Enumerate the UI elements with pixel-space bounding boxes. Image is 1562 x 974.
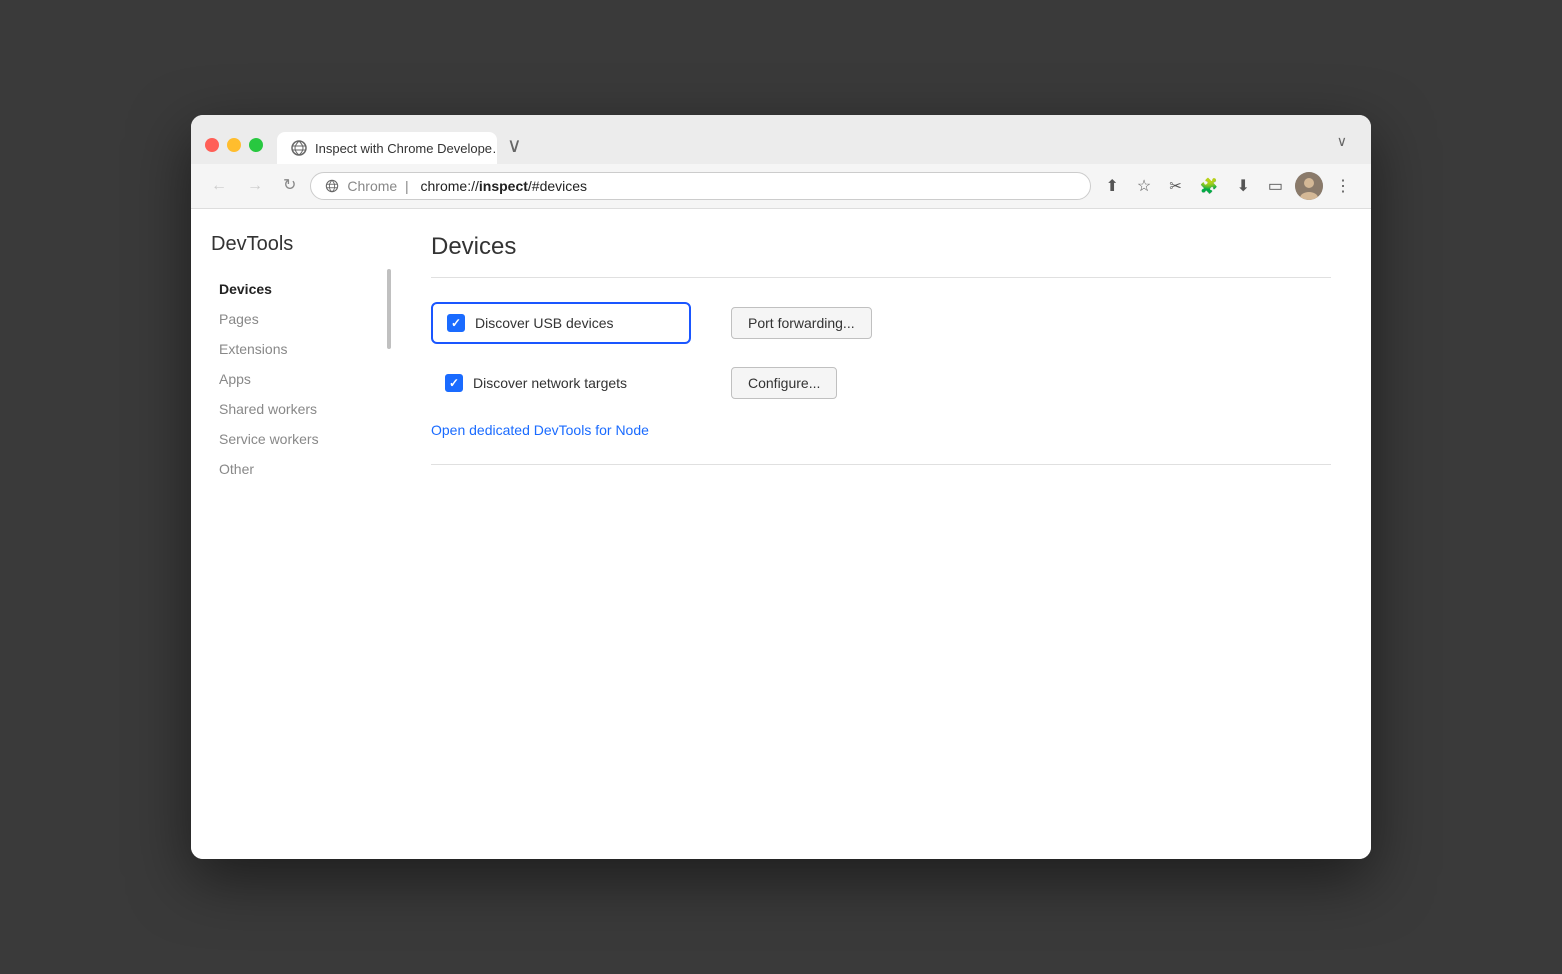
network-checkmark: ✓ — [449, 377, 459, 389]
page-title: Devices — [431, 233, 1331, 261]
forward-button[interactable]: → — [241, 174, 269, 198]
network-option-row: ✓ Discover network targets Configure... — [431, 364, 1331, 402]
usb-option-row: ✓ Discover USB devices Port forwarding..… — [431, 302, 1331, 344]
toolbar: ← → ↻ Chrome | chrome://inspect/#devices… — [191, 164, 1371, 209]
top-divider — [431, 277, 1331, 278]
node-devtools-row: Open dedicated DevTools for Node — [431, 422, 1331, 440]
browser-window: Inspect with Chrome Develope… × ∨ ∨ ← → … — [191, 115, 1371, 859]
sidebar-item-devices[interactable]: Devices — [211, 276, 371, 302]
network-checkbox-group[interactable]: ✓ Discover network targets — [431, 364, 691, 402]
address-scheme-label: Chrome | — [347, 178, 412, 194]
sidebar-item-apps[interactable]: Apps — [211, 366, 371, 392]
sidebar-item-extensions[interactable]: Extensions — [211, 336, 371, 362]
toolbar-actions: ⬆ ☆ ✂ 🧩 ⬇ ▭ ⋮ — [1099, 172, 1357, 200]
tab-strip: Inspect with Chrome Develope… × ∨ — [277, 132, 1327, 164]
active-tab[interactable]: Inspect with Chrome Develope… × — [277, 132, 497, 164]
address-bar[interactable]: Chrome | chrome://inspect/#devices — [310, 172, 1091, 200]
scroll-indicator — [387, 269, 391, 349]
usb-checkmark: ✓ — [451, 317, 461, 329]
tab-list-button[interactable]: ∨ — [1327, 125, 1357, 162]
new-tab-button[interactable]: ∨ — [499, 132, 530, 160]
profile-avatar-icon — [1295, 172, 1323, 200]
download-button[interactable]: ⬇ — [1230, 172, 1255, 200]
avatar[interactable] — [1295, 172, 1323, 200]
sidebar-item-shared-workers[interactable]: Shared workers — [211, 396, 371, 422]
network-checkbox[interactable]: ✓ — [445, 374, 463, 392]
address-url: chrome://inspect/#devices — [421, 178, 588, 194]
tab-title: Inspect with Chrome Develope… — [315, 141, 497, 156]
bottom-divider — [431, 464, 1331, 465]
sidebar-item-pages[interactable]: Pages — [211, 306, 371, 332]
configure-button[interactable]: Configure... — [731, 367, 837, 399]
minimize-window-button[interactable] — [227, 138, 241, 152]
bookmark-button[interactable]: ☆ — [1131, 172, 1157, 200]
main-content: Devices ✓ Discover USB devices Port forw… — [391, 209, 1371, 859]
sidebar-nav: Devices Pages Extensions Apps Shared wor… — [211, 276, 371, 482]
tab-favicon — [291, 140, 307, 156]
back-button[interactable]: ← — [205, 174, 233, 198]
globe-icon — [325, 179, 339, 193]
extensions-button[interactable]: 🧩 — [1194, 173, 1225, 199]
sidebar: DevTools Devices Pages Extensions Apps S… — [191, 209, 391, 859]
usb-checkbox-group[interactable]: ✓ Discover USB devices — [431, 302, 691, 344]
node-devtools-link[interactable]: Open dedicated DevTools for Node — [431, 422, 649, 438]
sidebar-item-service-workers[interactable]: Service workers — [211, 426, 371, 452]
scissors-button[interactable]: ✂ — [1163, 173, 1188, 199]
usb-checkbox[interactable]: ✓ — [447, 314, 465, 332]
share-button[interactable]: ⬆ — [1099, 172, 1124, 200]
title-bar: Inspect with Chrome Develope… × ∨ ∨ — [191, 115, 1371, 164]
traffic-lights — [205, 138, 263, 164]
more-menu-button[interactable]: ⋮ — [1329, 172, 1357, 200]
port-forwarding-button[interactable]: Port forwarding... — [731, 307, 872, 339]
close-window-button[interactable] — [205, 138, 219, 152]
sidebar-item-other[interactable]: Other — [211, 456, 371, 482]
sidebar-toggle-button[interactable]: ▭ — [1262, 172, 1289, 200]
options-section: ✓ Discover USB devices Port forwarding..… — [431, 302, 1331, 440]
network-checkbox-label: Discover network targets — [473, 375, 627, 391]
sidebar-heading: DevTools — [211, 233, 371, 256]
page-content: DevTools Devices Pages Extensions Apps S… — [191, 209, 1371, 859]
usb-checkbox-label: Discover USB devices — [475, 315, 614, 331]
maximize-window-button[interactable] — [249, 138, 263, 152]
reload-button[interactable]: ↻ — [277, 174, 302, 198]
